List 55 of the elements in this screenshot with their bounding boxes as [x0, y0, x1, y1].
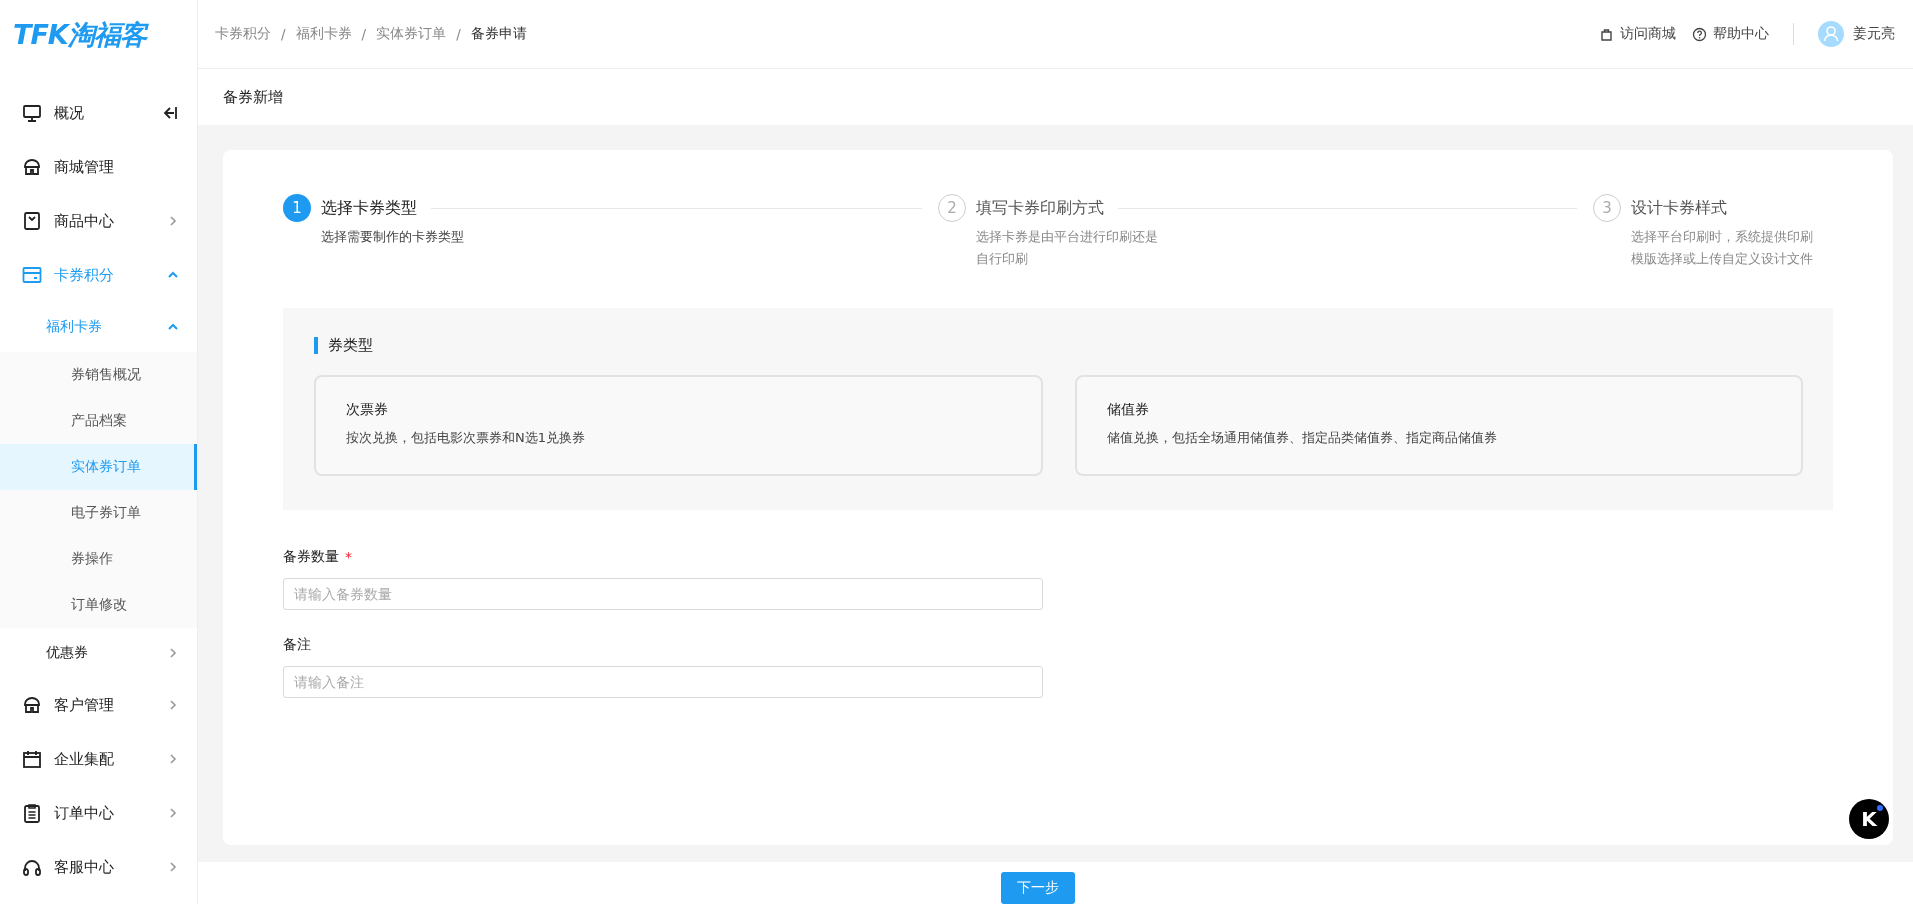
step-description: 选择卡券是由平台进行印刷还是自行印刷 [976, 228, 1159, 268]
input-field[interactable]: 请输入备注 [283, 666, 1043, 698]
option-description: 按次兑换，包括电影次票券和N选1兑换券 [346, 429, 586, 447]
coupon-type-option[interactable]: 次票券 按次兑换，包括电影次票券和N选1兑换券 [314, 375, 1043, 476]
step-title: 设计卡券样式 [1631, 197, 1727, 219]
step-title: 选择卡券类型 [321, 197, 417, 219]
option-description: 储值兑换，包括全场通用储值券、指定品类储值券、指定商品储值券 [1106, 429, 1498, 447]
step-number: 1 [283, 194, 311, 222]
sidebar-item[interactable]: 券销售概况 [0, 352, 197, 398]
option-title: 次票券 [346, 401, 389, 419]
sidebar-item[interactable]: 客户管理 [0, 678, 197, 732]
sidebar-item[interactable]: 企业集配 [0, 732, 197, 786]
card-icon [22, 265, 42, 285]
breadcrumb-item[interactable]: 实体券订单 [376, 25, 447, 43]
sidebar-item[interactable]: 商品中心 [0, 194, 197, 248]
sidebar-item[interactable]: 商城管理 [0, 140, 197, 194]
sidebar-item[interactable]: 概况 [0, 86, 197, 140]
page-title: 备券新增 [222, 86, 284, 108]
header-link[interactable]: 访问商城 [1599, 25, 1676, 43]
breadcrumb-separator: / [281, 26, 286, 42]
option-title: 储值券 [1106, 401, 1150, 419]
sidebar-item[interactable]: 电子券订单 [0, 490, 197, 536]
sidebar-item[interactable]: 订单中心 [0, 786, 197, 840]
calendar-icon [22, 749, 42, 769]
sidebar-item[interactable]: 券操作 [0, 536, 197, 582]
required-mark: * [345, 549, 352, 565]
help-icon [1692, 26, 1707, 42]
bag-icon [22, 211, 42, 231]
step-description: 选择平台印刷时，系统提供印刷模版选择或上传自定义设计文件 [1631, 228, 1814, 268]
step-description: 选择需要制作的卡券类型 [321, 228, 465, 246]
user-name[interactable]: 姜元亮 [1853, 25, 1895, 43]
breadcrumb-separator: / [456, 26, 461, 42]
sidebar-item[interactable]: 产品档案 [0, 398, 197, 444]
section-title: 券类型 [328, 336, 373, 355]
header-link[interactable]: 帮助中心 [1692, 25, 1769, 43]
sidebar-item[interactable]: 订单修改 [0, 582, 197, 628]
store-icon [22, 695, 42, 715]
field-label: 备注 [283, 636, 311, 654]
breadcrumb-item[interactable]: 卡券积分 [215, 25, 271, 43]
collapse-icon[interactable] [161, 104, 179, 122]
clipboard-icon [22, 803, 42, 823]
breadcrumb-separator: / [361, 26, 367, 42]
store-icon [22, 157, 42, 177]
step-title: 填写卡券印刷方式 [976, 197, 1104, 219]
monitor-icon [22, 103, 42, 123]
field-label: 备券数量 [283, 548, 339, 566]
breadcrumb-item[interactable]: 福利卡券 [295, 25, 352, 43]
input-field[interactable]: 请输入备券数量 [283, 578, 1043, 610]
bag-icon [1599, 26, 1614, 42]
headphones-icon [22, 857, 42, 877]
logo: TFK淘福客 [0, 0, 197, 69]
sidebar-item[interactable]: 客服中心 [0, 840, 197, 894]
breadcrumb-item: 备券申请 [470, 25, 527, 43]
coupon-type-option[interactable]: 储值券 储值兑换，包括全场通用储值券、指定品类储值券、指定商品储值券 [1074, 375, 1803, 476]
sidebar-item[interactable]: 优惠券 [0, 628, 197, 678]
